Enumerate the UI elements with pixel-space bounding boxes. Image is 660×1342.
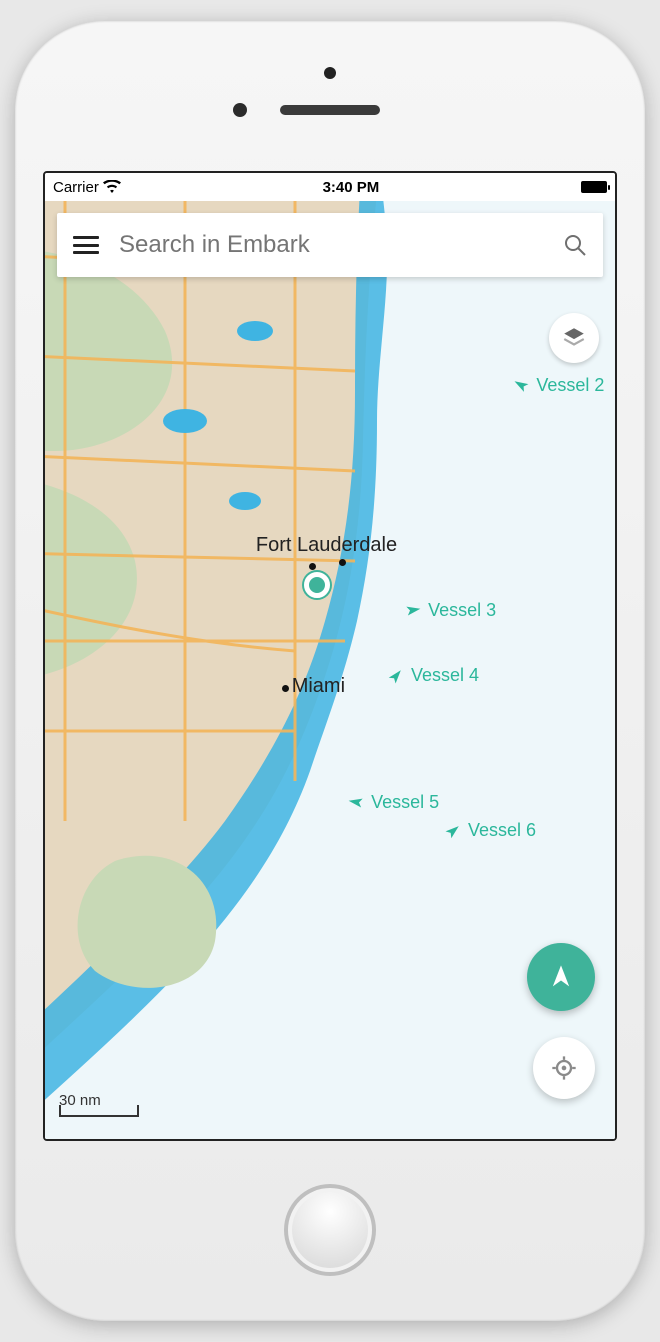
phone-frame: Carrier 3:40 PM xyxy=(15,21,645,1321)
vessel-heading-icon xyxy=(403,600,424,621)
vessel-label: Vessel 4 xyxy=(411,665,479,686)
clock: 3:40 PM xyxy=(323,179,380,196)
home-button[interactable] xyxy=(284,1184,376,1276)
search-bar xyxy=(57,213,603,277)
screen: Carrier 3:40 PM xyxy=(43,171,617,1141)
battery-icon xyxy=(581,181,607,193)
city-label-text: Miami xyxy=(292,675,345,697)
map-canvas[interactable]: Fort Lauderdale Miami Vessel 2 Vessel 3 Ve… xyxy=(45,201,615,1139)
locate-me-button[interactable] xyxy=(533,1037,595,1099)
phone-camera xyxy=(324,67,336,79)
phone-sensor xyxy=(233,103,247,117)
phone-speaker xyxy=(280,105,380,115)
menu-icon[interactable] xyxy=(73,236,99,254)
vessel-heading-icon xyxy=(440,818,465,843)
vessel-marker[interactable]: Vessel 2 xyxy=(512,375,604,396)
map-scale: 30 nm xyxy=(59,1092,139,1117)
city-label-text: Fort Lauderdale xyxy=(256,534,397,556)
city-miami: Miami xyxy=(279,675,345,698)
crosshair-icon xyxy=(550,1054,578,1082)
vessel-heading-icon xyxy=(383,663,408,688)
vessel-label: Vessel 6 xyxy=(468,820,536,841)
map-app: Fort Lauderdale Miami Vessel 2 Vessel 3 Ve… xyxy=(45,201,615,1139)
navigate-icon xyxy=(547,963,575,991)
vessel-marker[interactable]: Vessel 4 xyxy=(387,665,479,686)
layers-button[interactable] xyxy=(549,313,599,363)
coastline xyxy=(45,201,615,1139)
vessel-heading-icon xyxy=(346,792,367,813)
layers-icon xyxy=(561,325,587,351)
vessel-marker[interactable]: Vessel 6 xyxy=(444,820,536,841)
search-input[interactable] xyxy=(119,231,543,259)
status-bar: Carrier 3:40 PM xyxy=(45,173,615,201)
scale-label: 30 nm xyxy=(59,1092,101,1109)
vessel-label: Vessel 5 xyxy=(371,792,439,813)
vessel-label: Vessel 2 xyxy=(536,375,604,396)
vessel-marker[interactable]: Vessel 5 xyxy=(347,792,439,813)
navigate-fab[interactable] xyxy=(527,943,595,1011)
vessel-heading-icon xyxy=(509,373,534,398)
vessel-marker[interactable]: Vessel 3 xyxy=(404,600,496,621)
current-position-marker[interactable] xyxy=(304,572,330,598)
wifi-icon xyxy=(103,180,121,194)
vessel-label: Vessel 3 xyxy=(428,600,496,621)
carrier-label: Carrier xyxy=(53,179,99,196)
search-icon[interactable] xyxy=(563,233,587,257)
city-fort-lauderdale: Fort Lauderdale xyxy=(256,534,397,567)
